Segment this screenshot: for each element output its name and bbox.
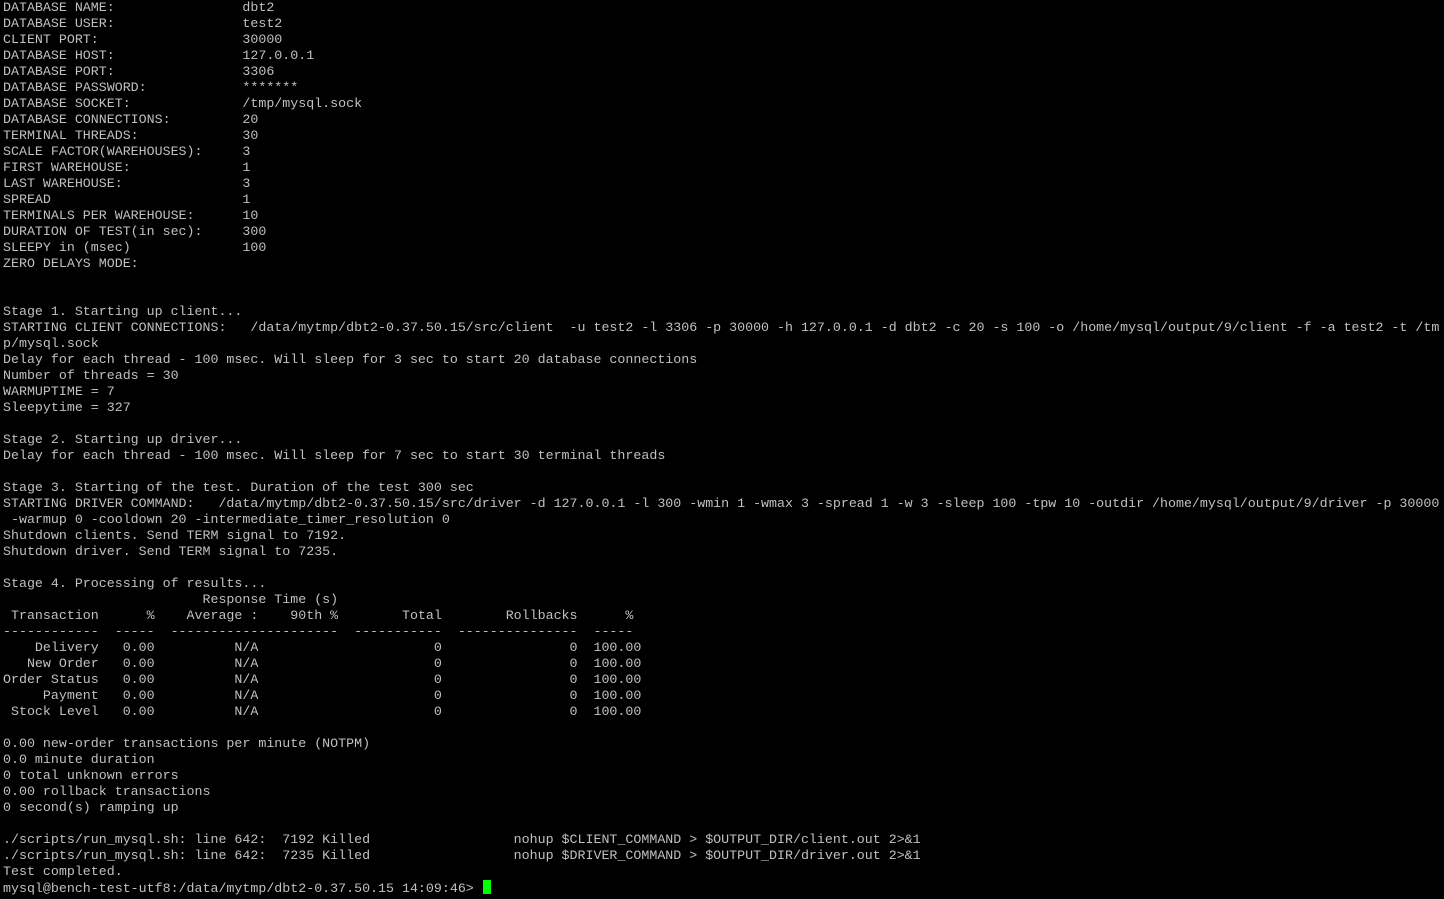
terminal-line: ./scripts/run_mysql.sh: line 642: 7235 K… [3, 848, 921, 863]
terminal-line: Stage 2. Starting up driver... [3, 432, 243, 447]
terminal-line: Response Time (s) [3, 592, 339, 607]
terminal-line: Stage 4. Processing of results... [3, 576, 267, 591]
terminal-line: Sleepytime = 327 [3, 400, 131, 415]
terminal-line: STARTING DRIVER COMMAND: /data/mytmp/dbt… [3, 496, 1440, 511]
terminal-line: Test completed. [3, 864, 123, 879]
terminal-line: DATABASE NAME: dbt2 [3, 0, 275, 15]
terminal-line: Number of threads = 30 [3, 368, 179, 383]
terminal-line: Delay for each thread - 100 msec. Will s… [3, 448, 666, 463]
terminal-line: DATABASE PASSWORD: ******* [3, 80, 299, 95]
terminal-line: SPREAD 1 [3, 192, 251, 207]
terminal-line: LAST WAREHOUSE: 3 [3, 176, 251, 191]
terminal-line: Transaction % Average : 90th % Total Rol… [3, 608, 634, 623]
terminal-line: DURATION OF TEST(in sec): 300 [3, 224, 267, 239]
terminal-line: TERMINAL THREADS: 30 [3, 128, 259, 143]
terminal-line: Order Status 0.00 N/A 0 0 100.00 [3, 672, 642, 687]
terminal-line: Shutdown driver. Send TERM signal to 723… [3, 544, 339, 559]
terminal-line: 0 total unknown errors [3, 768, 179, 783]
terminal-line: SCALE FACTOR(WAREHOUSES): 3 [3, 144, 251, 159]
terminal-line: STARTING CLIENT CONNECTIONS: /data/mytmp… [3, 320, 1440, 335]
terminal-line: 0.0 minute duration [3, 752, 155, 767]
terminal-line: FIRST WAREHOUSE: 1 [3, 160, 251, 175]
shell-prompt: mysql@bench-test-utf8:/data/mytmp/dbt2-0… [3, 881, 482, 896]
terminal-line: 0.00 new-order transactions per minute (… [3, 736, 371, 751]
terminal-line: p/mysql.sock [3, 336, 99, 351]
terminal-line: TERMINALS PER WAREHOUSE: 10 [3, 208, 259, 223]
terminal-line: Stock Level 0.00 N/A 0 0 100.00 [3, 704, 642, 719]
terminal-line: DATABASE SOCKET: /tmp/mysql.sock [3, 96, 363, 111]
terminal-line: 0.00 rollback transactions [3, 784, 211, 799]
terminal-line: DATABASE HOST: 127.0.0.1 [3, 48, 315, 63]
terminal-line: DATABASE PORT: 3306 [3, 64, 275, 79]
terminal-line: SLEEPY in (msec) 100 [3, 240, 267, 255]
terminal-line: WARMUPTIME = 7 [3, 384, 115, 399]
terminal-line: 0 second(s) ramping up [3, 800, 179, 815]
terminal-line: Delivery 0.00 N/A 0 0 100.00 [3, 640, 642, 655]
terminal-output: DATABASE NAME: dbt2 DATABASE USER: test2 C… [3, 0, 1439, 896]
terminal-line: New Order 0.00 N/A 0 0 100.00 [3, 656, 642, 671]
terminal-line: ZERO DELAYS MODE: [3, 256, 139, 271]
terminal-line: -warmup 0 -cooldown 20 -intermediate_tim… [3, 512, 450, 527]
terminal-line: Stage 3. Starting of the test. Duration … [3, 480, 474, 495]
terminal-line: Delay for each thread - 100 msec. Will s… [3, 352, 698, 367]
terminal-line: Shutdown clients. Send TERM signal to 71… [3, 528, 347, 543]
terminal-line: Stage 1. Starting up client... [3, 304, 243, 319]
terminal-line: ./scripts/run_mysql.sh: line 642: 7192 K… [3, 832, 921, 847]
text-cursor [482, 880, 491, 894]
terminal-window[interactable]: DATABASE NAME: dbt2 DATABASE USER: test2 C… [0, 0, 1444, 899]
shell-prompt-line[interactable]: mysql@bench-test-utf8:/data/mytmp/dbt2-0… [3, 880, 1439, 896]
terminal-line: CLIENT PORT: 30000 [3, 32, 283, 47]
terminal-line: DATABASE CONNECTIONS: 20 [3, 112, 259, 127]
terminal-line: DATABASE USER: test2 [3, 16, 283, 31]
terminal-line: ------------ ----- ---------------------… [3, 624, 634, 639]
terminal-line: Payment 0.00 N/A 0 0 100.00 [3, 688, 642, 703]
